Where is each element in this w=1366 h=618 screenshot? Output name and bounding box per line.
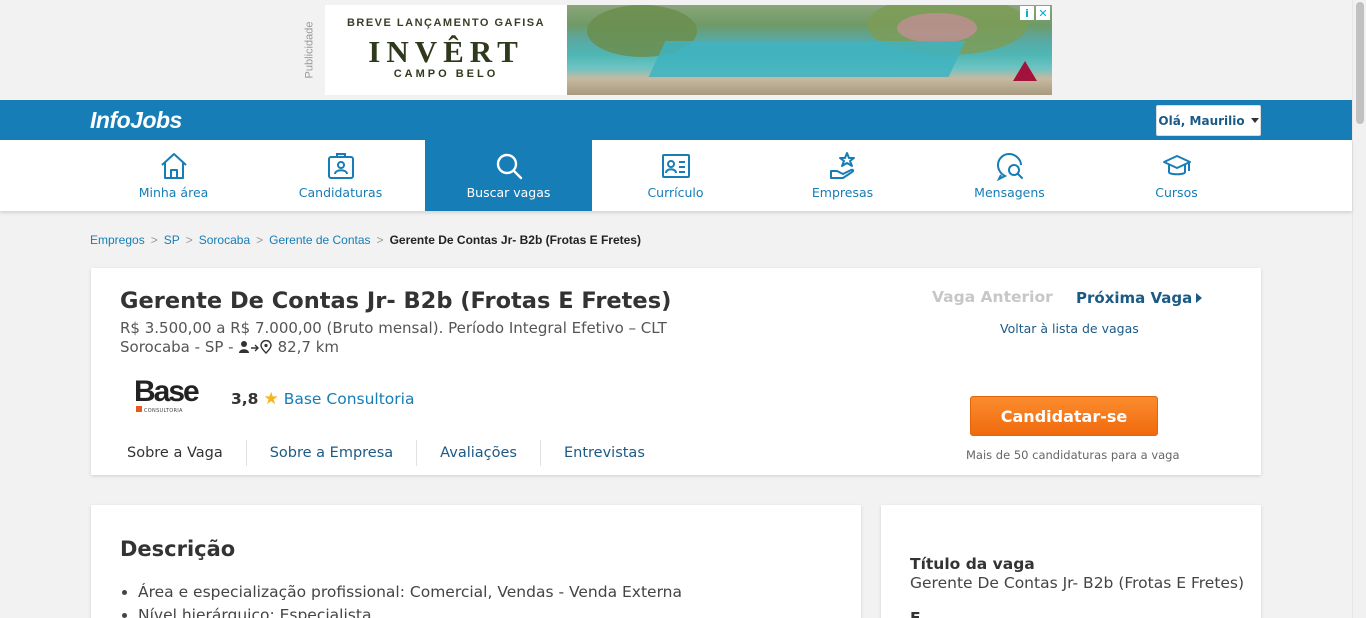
previous-job-link: Vaga Anterior [932,288,1053,306]
nav-label: Minha área [138,185,209,200]
ad-brand: INVÊRT [368,34,524,69]
caret-right-icon [1196,293,1203,303]
job-location: Sorocaba - SP - 82,7 km [120,338,339,356]
job-title-value: Gerente De Contas Jr- B2b (Frotas E Fret… [910,574,1245,592]
ad-label: Publicidade [303,21,315,79]
top-bar: InfoJobs Olá, Maurilio [0,100,1352,140]
breadcrumb-item-empregos[interactable]: Empregos [90,233,145,247]
distance-icon [238,340,272,354]
ad-headline: BREVE LANÇAMENTO GAFISA [346,17,546,29]
breadcrumb-item-gerente-de-contas[interactable]: Gerente de Contas [269,233,370,247]
scrollbar-thumb[interactable] [1356,2,1364,124]
ad-text-block: BREVE LANÇAMENTO GAFISA INVÊRT CAMPO BEL… [325,5,567,95]
location-text: Sorocaba - SP - [120,338,234,356]
back-to-list-link[interactable]: Voltar à lista de vagas [1000,321,1139,336]
breadcrumb-separator: > [376,233,384,247]
nav-item-empresas[interactable]: Empresas [759,140,926,211]
breadcrumb-item-sorocaba[interactable]: Sorocaba [199,233,250,247]
nav-label: Candidaturas [298,185,383,200]
nav-label: Currículo [647,185,704,200]
ad-zone: Publicidade BREVE LANÇAMENTO GAFISA INVÊ… [0,0,1352,100]
next-job-link[interactable]: Próxima Vaga [1076,289,1203,307]
nav-item-candidaturas[interactable]: Candidaturas [257,140,424,211]
breadcrumb-separator: > [150,233,158,247]
nav-item-mensagens[interactable]: Mensagens [926,140,1093,211]
job-title: Gerente De Contas Jr- B2b (Frotas E Fret… [120,288,672,314]
nav-label: Cursos [1155,185,1198,200]
company-name-link[interactable]: Base Consultoria [284,390,415,408]
chat-search-icon [996,152,1023,181]
nav-item-buscar-vagas[interactable]: Buscar vagas [425,140,592,211]
company-logo-text: Base [134,375,200,408]
home-icon [160,153,187,179]
nav-label: Empresas [811,185,874,200]
job-summary-card: Título da vaga Gerente De Contas Jr- B2b… [881,505,1261,618]
tab-sobre-a-vaga[interactable]: Sobre a Vaga [104,440,247,466]
nav-item-cursos[interactable]: Cursos [1093,140,1260,211]
description-title: Descrição [120,537,236,561]
graduation-cap-icon [1162,155,1191,176]
user-greeting: Olá, Maurilio [1158,113,1245,128]
breadcrumb-separator: > [185,233,193,247]
applications-count: Mais de 50 candidaturas para a vaga [966,448,1180,462]
breadcrumb: Empregos > SP > Sorocaba > Gerente de Co… [90,233,641,247]
list-item: Nível hierárquico: Especialista [138,604,682,618]
ad-close-icon[interactable]: ✕ [1036,6,1050,20]
page-scrollbar[interactable] [1352,0,1366,618]
breadcrumb-separator: > [256,233,264,247]
ad-banner[interactable]: BREVE LANÇAMENTO GAFISA INVÊRT CAMPO BEL… [325,5,1052,95]
next-field-label: E [910,609,921,618]
tab-avaliacoes[interactable]: Avaliações [417,440,541,466]
main-nav: Minha área Candidaturas Buscar vagas Cur… [0,140,1352,211]
job-salary: R$ 3.500,00 a R$ 7.000,00 (Bruto mensal)… [120,319,667,337]
list-item: Área e especialização profissional: Come… [138,581,682,604]
job-tabs: Sobre a Vaga Sobre a Empresa Avaliações … [104,440,668,466]
ad-brand-logo [1013,61,1037,81]
breadcrumb-current: Gerente De Contas Jr- B2b (Frotas E Fret… [389,233,641,247]
ad-info-icon[interactable]: i [1020,6,1034,20]
infojobs-logo[interactable]: InfoJobs [90,107,182,134]
hand-star-icon [829,152,855,179]
clipboard-icon [327,153,354,179]
company-logo-subtitle: CONSULTORIA [144,408,183,414]
nav-label: Buscar vagas [466,185,551,200]
company-rating: 3,8 ★ Base Consultoria [231,389,414,409]
search-icon [496,153,522,180]
nav-item-minha-area[interactable]: Minha área [90,140,257,211]
caret-down-icon [1250,118,1259,123]
nav-label: Mensagens [974,185,1045,200]
nav-item-curriculo[interactable]: Currículo [592,140,759,211]
job-title-label: Título da vaga [910,555,1035,573]
breadcrumb-item-sp[interactable]: SP [164,233,180,247]
rating-score: 3,8 [231,390,259,408]
description-card: Descrição Área e especialização profissi… [91,505,861,618]
star-icon: ★ [263,389,279,409]
tab-entrevistas[interactable]: Entrevistas [541,440,668,466]
ad-subline: CAMPO BELO [393,68,499,80]
job-header-card: Gerente De Contas Jr- B2b (Frotas E Fret… [91,268,1261,475]
company-logo[interactable]: Base CONSULTORIA [134,374,206,416]
company-logo-mark [136,406,142,412]
tab-sobre-a-empresa[interactable]: Sobre a Empresa [247,440,418,466]
apply-button[interactable]: Candidatar-se [970,396,1158,436]
ad-photo [567,5,1052,95]
ad-controls: i ✕ [1020,6,1050,20]
next-job-label: Próxima Vaga [1076,289,1193,307]
id-card-icon [661,154,690,178]
description-list: Área e especialização profissional: Come… [138,581,682,618]
distance-value: 82,7 km [277,338,340,356]
user-menu-button[interactable]: Olá, Maurilio [1156,105,1261,136]
